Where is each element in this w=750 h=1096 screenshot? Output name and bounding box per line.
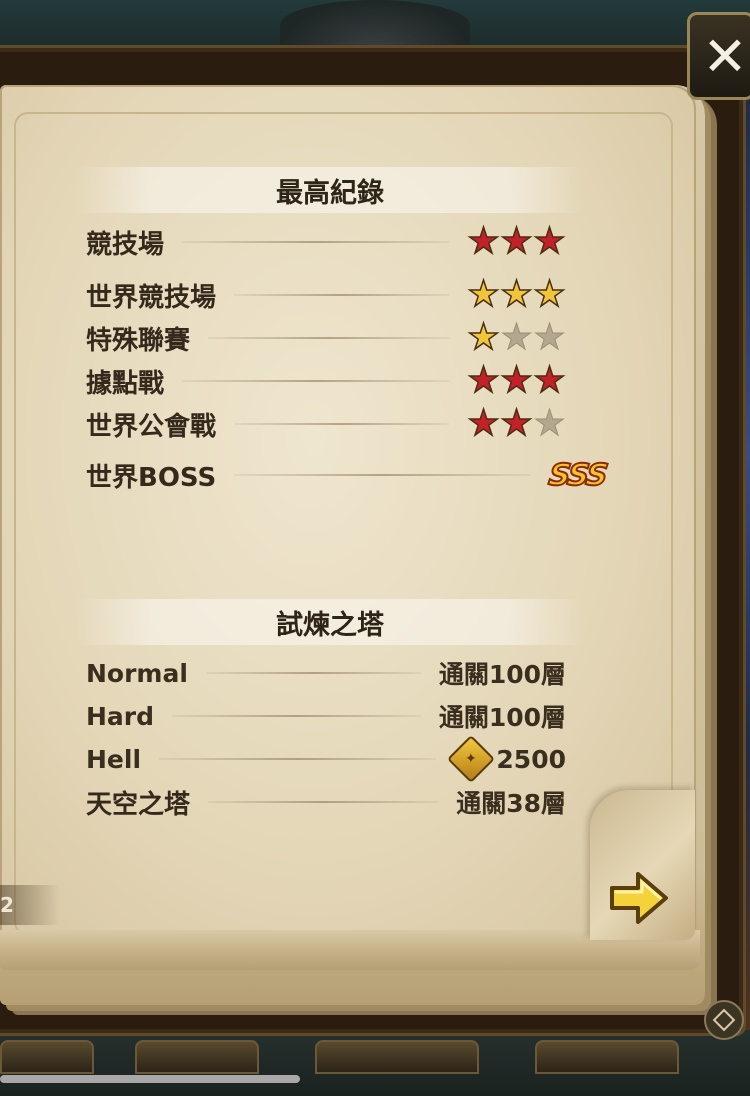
- star-icon: ★: [500, 221, 534, 262]
- record-row: 據點戰 ★ ★ ★: [86, 361, 566, 401]
- bottom-tab: [135, 1040, 259, 1074]
- record-label: 世界公會戰: [86, 411, 217, 442]
- star-icon: ★: [500, 360, 534, 401]
- page-indicator: 2: [0, 885, 60, 925]
- close-icon: ✕: [702, 24, 748, 88]
- tower-value: 通關38層: [456, 789, 566, 818]
- star-icon: ★: [500, 317, 533, 358]
- home-indicator-bar: [0, 1075, 300, 1083]
- record-row: 競技場 ★ ★ ★: [86, 222, 566, 262]
- diamond-icon[interactable]: [704, 1000, 744, 1040]
- record-label: 世界競技場: [86, 282, 217, 313]
- bottom-tab: [315, 1040, 479, 1074]
- star-rating: ★ ★ ★: [467, 403, 567, 444]
- tower-title: 試煉之塔: [75, 599, 585, 645]
- star-icon: ★: [467, 221, 501, 262]
- dotted-leader: [234, 294, 449, 296]
- tower-row-normal: Normal 通關100層: [86, 653, 566, 693]
- star-icon: ★: [533, 317, 566, 358]
- star-rating: ★ ★ ★: [467, 221, 567, 262]
- star-icon: ★: [533, 274, 567, 315]
- star-rating: ★ ★ ★: [467, 360, 567, 401]
- star-icon: ★: [533, 403, 566, 444]
- next-page-arrow-icon[interactable]: [608, 870, 670, 926]
- star-rating: ★ ★ ★: [467, 317, 567, 358]
- record-label: 特殊聯賽: [86, 325, 191, 356]
- star-icon: ★: [533, 221, 567, 262]
- dotted-leader: [172, 715, 421, 717]
- tower-medal-icon: ✦: [447, 734, 496, 784]
- star-icon: ★: [500, 274, 534, 315]
- tower-row-hard: Hard 通關100層: [86, 696, 566, 736]
- dotted-leader: [208, 801, 439, 803]
- record-row-world-boss: 世界BOSS SSS: [86, 455, 609, 495]
- tower-value: 通關100層: [438, 703, 566, 732]
- background-rock: [280, 0, 470, 50]
- record-row: 世界公會戰 ★ ★ ★: [86, 404, 566, 444]
- record-label: 世界BOSS: [86, 462, 217, 493]
- star-icon: ★: [500, 403, 534, 444]
- bottom-tab: [535, 1040, 679, 1074]
- dotted-leader: [234, 474, 532, 476]
- star-icon: ★: [467, 317, 501, 358]
- dotted-leader: [182, 241, 449, 243]
- star-icon: ★: [533, 360, 567, 401]
- dotted-leader: [205, 672, 421, 674]
- tower-value: 2500: [496, 744, 566, 774]
- dotted-leader: [182, 380, 449, 382]
- dotted-leader: [208, 337, 449, 339]
- rank-badge-sss: SSS: [546, 457, 610, 494]
- dotted-leader: [159, 758, 437, 760]
- tower-row-hell: Hell ✦ 2500: [86, 734, 566, 784]
- dotted-leader: [234, 423, 449, 425]
- tower-label: Hard: [86, 701, 155, 731]
- record-label: 據點戰: [86, 368, 165, 399]
- bottom-tab: [0, 1040, 94, 1074]
- star-icon: ★: [467, 403, 501, 444]
- tower-label: Normal: [86, 658, 188, 688]
- tower-label: 天空之塔: [86, 789, 191, 820]
- record-row: 特殊聯賽 ★ ★ ★: [86, 318, 566, 358]
- tower-row-sky: 天空之塔 通關38層: [86, 782, 566, 822]
- close-button[interactable]: ✕: [687, 12, 750, 100]
- tower-value: 通關100層: [438, 660, 566, 689]
- star-icon: ★: [467, 360, 501, 401]
- tower-label: Hell: [86, 744, 142, 774]
- record-label: 競技場: [86, 229, 165, 260]
- record-row: 世界競技場 ★ ★ ★: [86, 275, 566, 315]
- star-icon: ★: [467, 274, 501, 315]
- records-title: 最高紀錄: [75, 167, 585, 213]
- star-rating: ★ ★ ★: [467, 274, 567, 315]
